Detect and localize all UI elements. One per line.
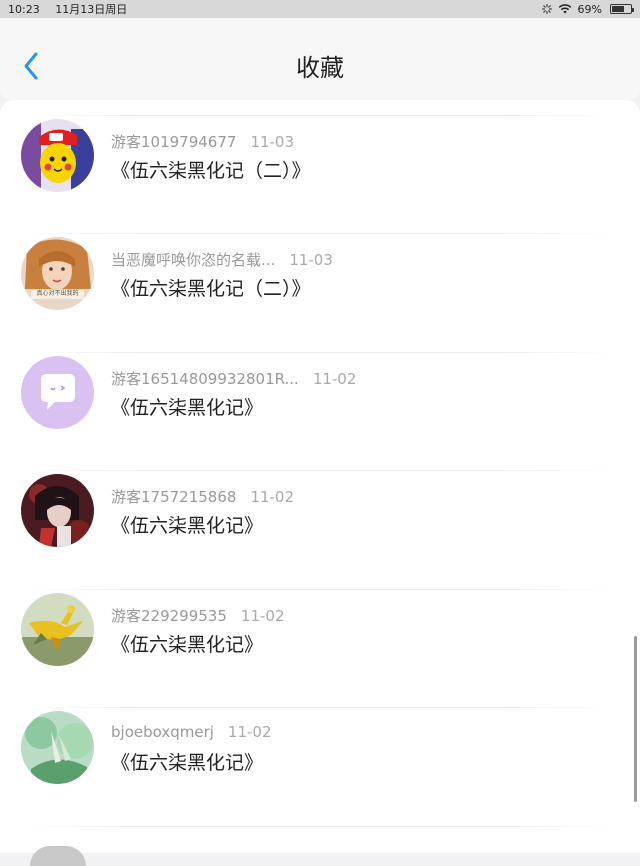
list-item[interactable]: bjoeboxqmerj 11-02 《伍六柒黑化记》	[0, 672, 640, 790]
avatar	[21, 711, 94, 784]
item-title: 《伍六柒黑化记》	[111, 752, 264, 774]
list-item[interactable]: 游客1757215868 11-02 《伍六柒黑化记》	[0, 435, 640, 553]
nav-bar: 收藏	[0, 18, 640, 100]
avatar-caption: 真心对不出我的	[36, 290, 79, 297]
item-meta: bjoeboxqmerj 11-02	[111, 723, 272, 741]
favorites-list: 游客1019794677 11-03 《伍六柒黑化记（二）》 真心对不出我的 当恶…	[0, 100, 640, 853]
item-meta: 游客1757215868 11-02	[111, 486, 294, 507]
user-name: 当恶魔呼唤你恣的名载...	[111, 251, 276, 269]
item-meta: 游客229299535 11-02	[111, 605, 285, 626]
avatar-image	[21, 711, 94, 784]
status-date: 11月13日周日	[55, 3, 128, 16]
wifi-icon	[558, 4, 571, 14]
item-date: 11-02	[312, 370, 357, 388]
item-title: 《伍六柒黑化记（二）》	[111, 278, 311, 300]
status-right: 69%	[541, 2, 634, 16]
page-title: 收藏	[296, 54, 344, 82]
avatar-image	[21, 593, 94, 666]
battery-icon	[610, 4, 634, 14]
item-date: 11-02	[227, 723, 272, 741]
default-avatar-icon	[21, 356, 94, 429]
item-meta: 游客16514809932801R... 11-02	[111, 368, 356, 389]
user-name: 游客16514809932801R...	[111, 370, 299, 388]
status-time: 10:23	[8, 3, 40, 16]
scrollbar[interactable]	[634, 636, 637, 802]
list-item[interactable]: 真心对不出我的 当恶魔呼唤你恣的名载... 11-03 《伍六柒黑化记（二）》	[0, 198, 640, 316]
avatar-image	[21, 474, 94, 547]
item-title: 《伍六柒黑化记》	[111, 515, 264, 537]
list-item[interactable]: 游客229299535 11-02 《伍六柒黑化记》	[0, 554, 640, 672]
battery-level	[612, 6, 625, 12]
item-date: 11-02	[240, 607, 285, 625]
item-date: 11-03	[289, 251, 333, 269]
list-item[interactable]: 游客1019794677 11-03 《伍六柒黑化记（二）》	[0, 100, 640, 198]
avatar	[21, 119, 94, 192]
avatar	[21, 593, 94, 666]
avatar	[21, 474, 94, 547]
item-title: 《伍六柒黑化记（二）》	[111, 160, 311, 182]
item-title: 《伍六柒黑化记》	[111, 397, 264, 419]
avatar-image	[21, 119, 94, 192]
loading-icon	[541, 4, 552, 14]
item-date: 11-03	[250, 133, 295, 151]
item-date: 11-02	[250, 488, 295, 506]
battery-percent: 69%	[577, 2, 602, 16]
user-name: 游客229299535	[111, 607, 227, 625]
avatar: 真心对不出我的	[21, 237, 94, 310]
avatar-image	[21, 237, 94, 310]
item-meta: 当恶魔呼唤你恣的名载... 11-03	[111, 249, 333, 270]
status-left: 10:23 11月13日周日	[8, 1, 139, 17]
user-name: 游客1757215868	[111, 488, 237, 506]
avatar	[30, 846, 86, 866]
item-title: 《伍六柒黑化记》	[111, 634, 264, 656]
avatar	[21, 356, 94, 429]
list-item[interactable]: 游客16514809932801R... 11-02 《伍六柒黑化记》	[0, 317, 640, 435]
item-meta: 游客1019794677 11-03	[111, 131, 294, 152]
user-name: bjoeboxqmerj	[111, 723, 214, 741]
divider	[20, 826, 620, 827]
user-name: 游客1019794677	[111, 133, 237, 151]
status-bar: 10:23 11月13日周日 69%	[0, 0, 640, 18]
